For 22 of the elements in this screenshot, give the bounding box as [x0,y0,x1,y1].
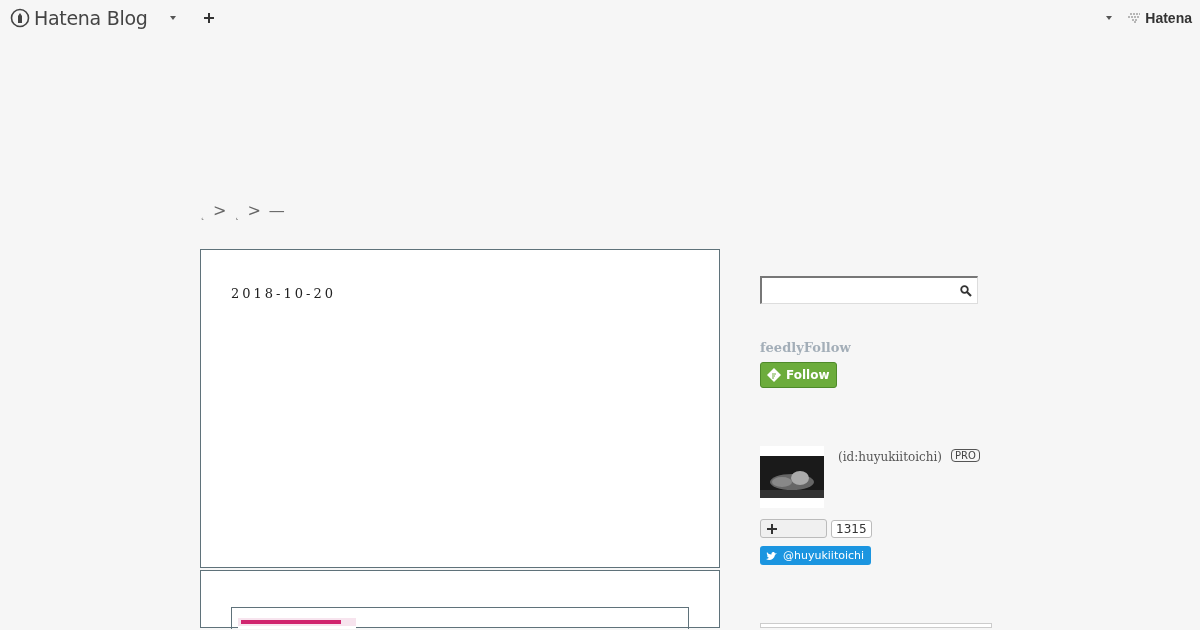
logo[interactable]: Hatena Blog [34,7,148,29]
breadcrumb-item: > [213,201,227,220]
widget-title: feedlyFollow [760,340,852,355]
breadcrumb-item[interactable]: ˛ [200,209,205,220]
article-date: 2018-10-20 [231,286,336,301]
search-field[interactable] [760,276,978,304]
breadcrumb-item[interactable]: ˛ [234,209,240,220]
subscriber-count: 1315 [831,519,872,538]
caret-icon[interactable] [1106,16,1113,20]
user-id[interactable]: (id:huyukiitoichi) [838,450,942,464]
plus-icon [767,523,777,534]
breadcrumb-item[interactable]: — [268,201,285,220]
caret-icon[interactable] [169,16,176,20]
subscribe-button[interactable] [760,519,827,538]
search-icon[interactable] [960,284,972,297]
breadcrumb-item: > [247,201,261,220]
pro-badge: PRO [951,449,980,462]
twitter-follow-button[interactable]: @huyukiitoichi [760,546,872,565]
brand-logo[interactable]: Hatena [1145,10,1192,26]
plus-icon[interactable] [203,13,214,23]
bird-icon [766,550,778,561]
feed-icon [767,368,781,382]
